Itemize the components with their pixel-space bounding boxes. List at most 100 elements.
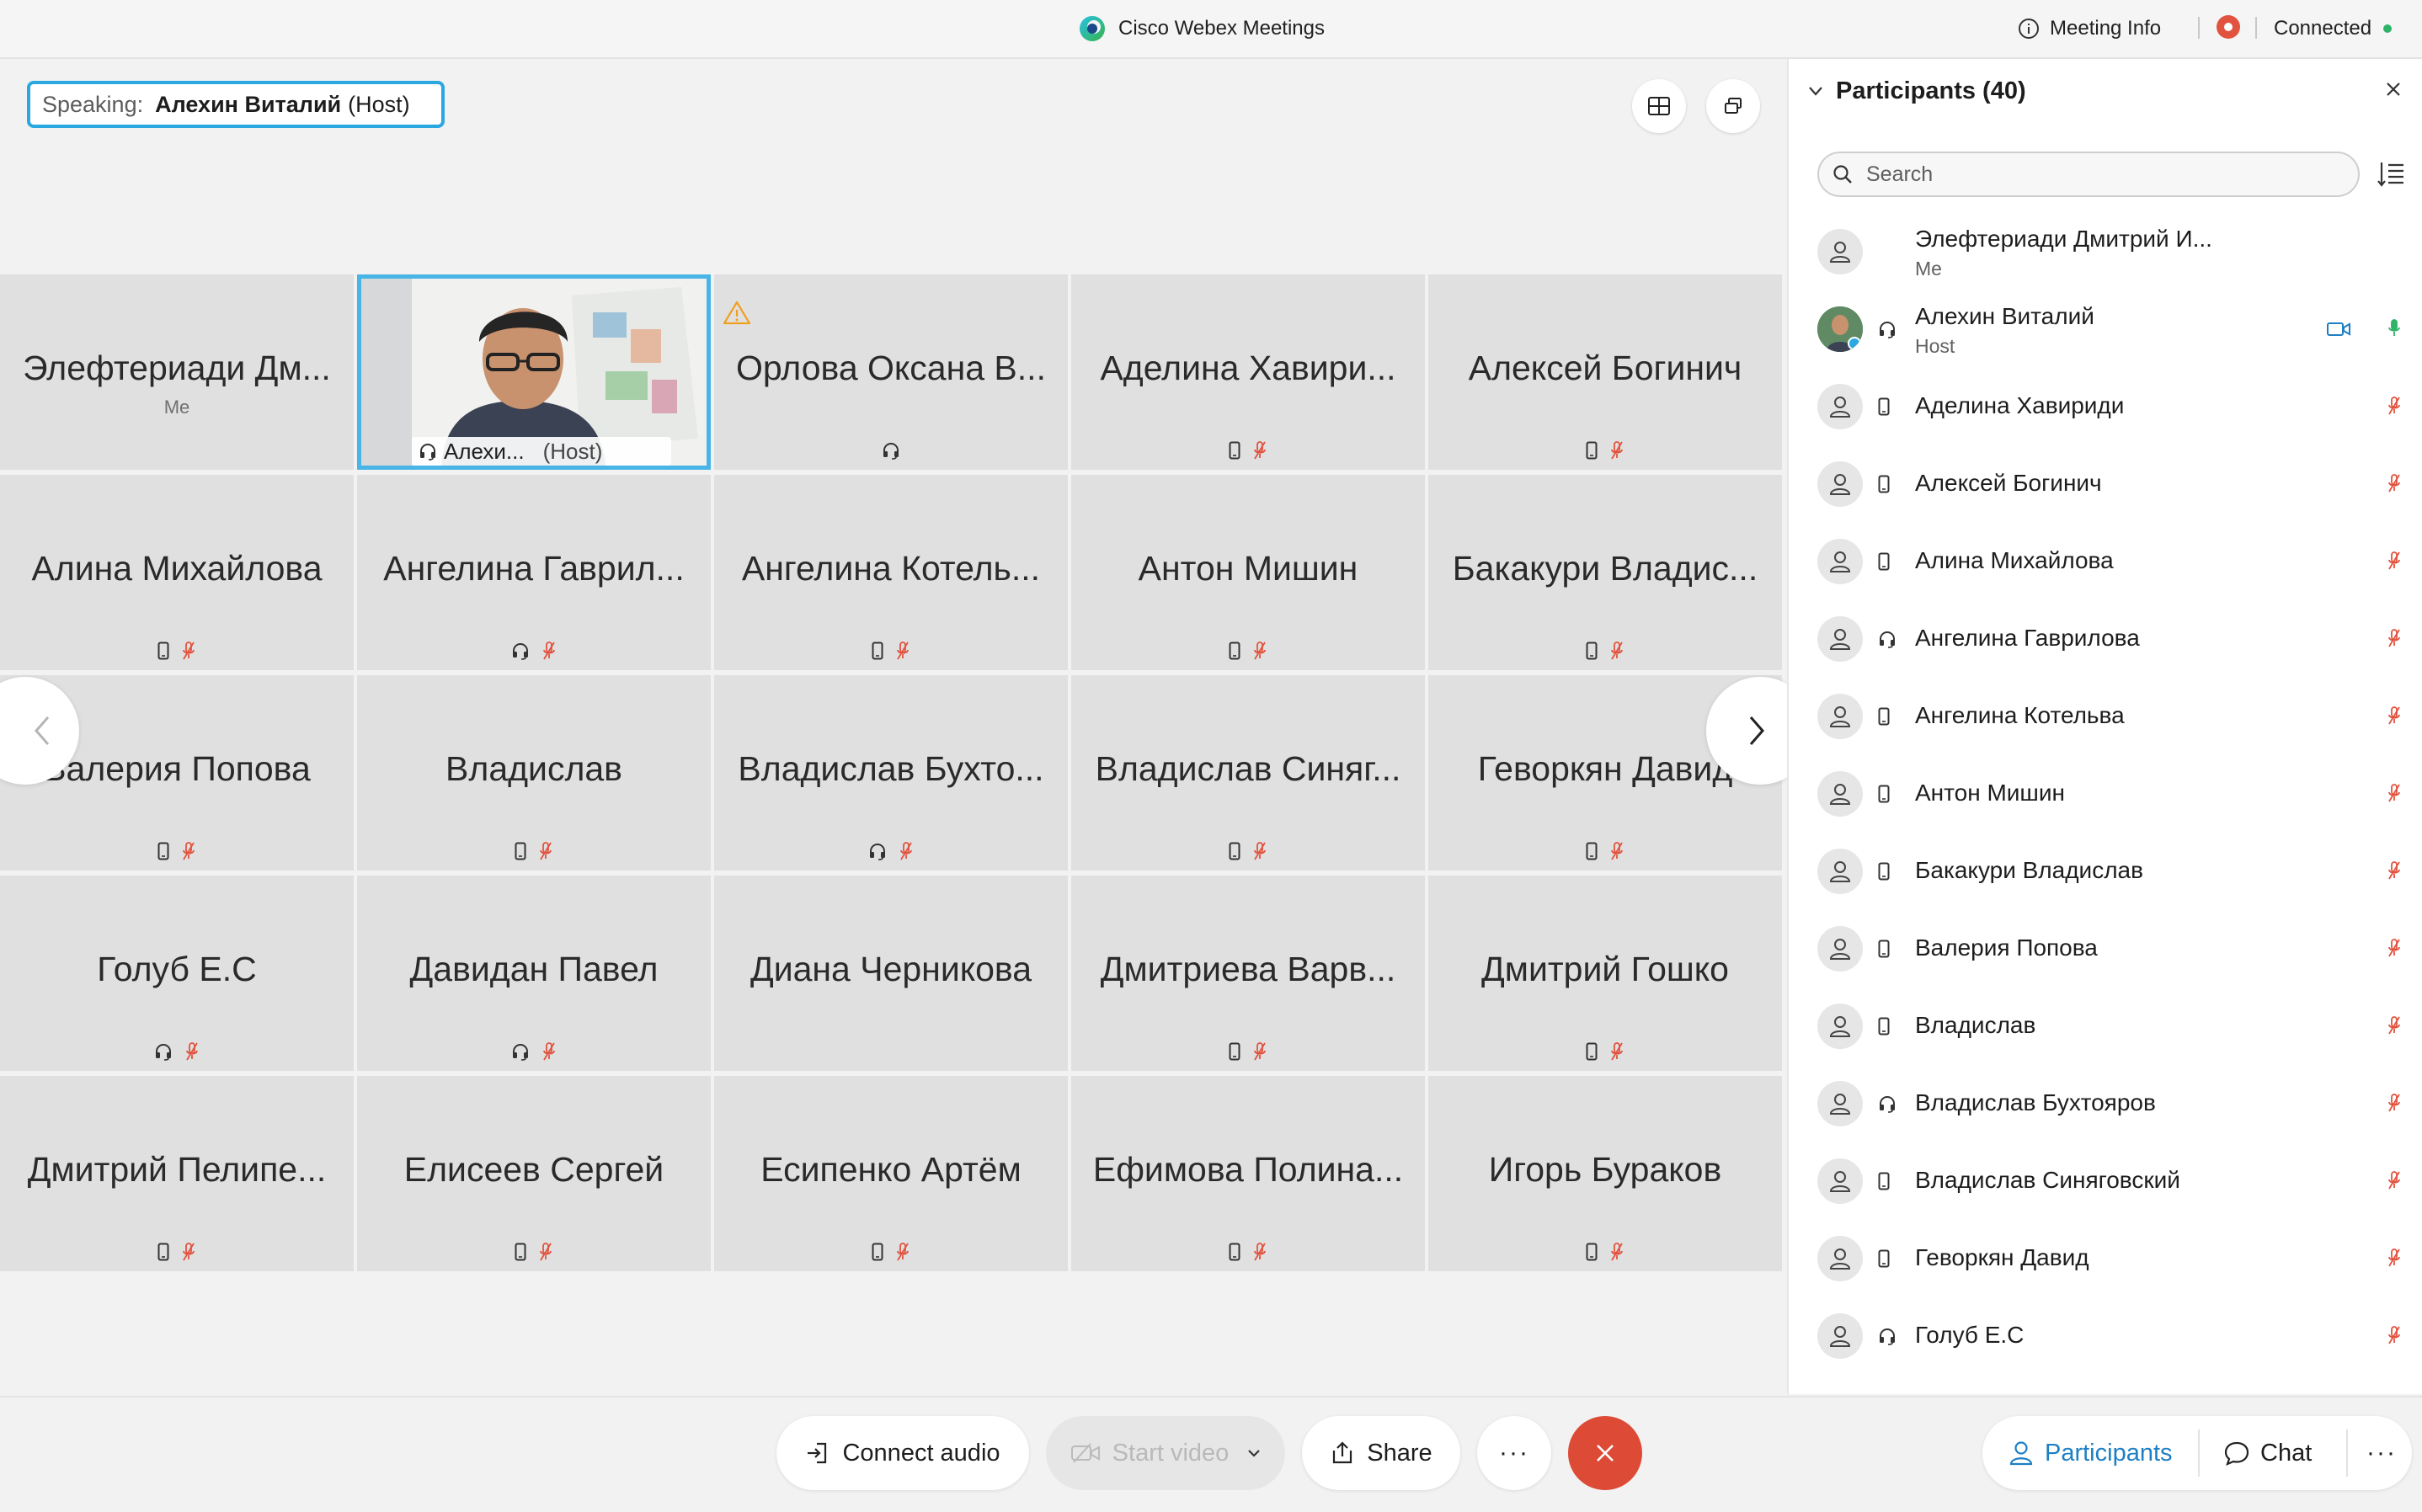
participant-tile[interactable]: Елисеев Сергей <box>357 1076 711 1271</box>
meeting-info-button[interactable]: Meeting Info <box>2018 12 2161 45</box>
grid-layout-button[interactable] <box>1632 79 1686 133</box>
person-icon <box>1827 1014 1853 1039</box>
participant-list-item[interactable]: Аделина Хавириди <box>1789 367 2422 445</box>
phone-icon <box>1878 862 1890 881</box>
phone-icon <box>515 1243 526 1261</box>
mic-muted-icon <box>541 1041 557 1062</box>
participant-list-item[interactable]: Бакакури Владислав <box>1789 832 2422 909</box>
close-panel-button[interactable] <box>2385 81 2402 98</box>
participant-tile[interactable]: Антон Мишин <box>1071 475 1425 670</box>
mic-muted-icon[interactable] <box>2387 705 2402 726</box>
headset-icon <box>1878 1327 1897 1345</box>
mic-muted-icon[interactable] <box>2387 1325 2402 1345</box>
participant-list-item[interactable]: Валерия Попова <box>1789 909 2422 987</box>
participant-list-item[interactable]: Геворкян Давид <box>1789 1219 2422 1296</box>
search-input[interactable] <box>1865 161 2339 188</box>
participant-list-item[interactable]: Антон Мишин <box>1789 754 2422 832</box>
mic-muted-icon[interactable] <box>2387 860 2402 881</box>
participant-tile[interactable]: Дмитрий Пелипе... <box>0 1076 354 1271</box>
chevron-left-icon <box>33 715 51 747</box>
share-icon <box>1330 1440 1355 1466</box>
mic-active-icon[interactable] <box>2387 318 2402 338</box>
participant-tile-name: Владислав Синяг... <box>1095 749 1401 788</box>
participant-list-item[interactable]: Алина Михайлова <box>1789 522 2422 599</box>
mic-muted-icon[interactable] <box>2387 551 2402 571</box>
phone-icon <box>1878 785 1890 803</box>
participant-name: Владислав Синяговский <box>1915 1167 2180 1193</box>
phone-icon <box>1878 707 1890 726</box>
participant-tile[interactable]: Голуб Е.С <box>0 876 354 1071</box>
app-title: Cisco Webex Meetings <box>1078 12 1325 45</box>
headset-icon <box>419 442 437 461</box>
start-video-button[interactable]: Start video <box>1046 1416 1285 1490</box>
sort-list-button[interactable] <box>2377 160 2405 189</box>
mic-muted-icon <box>181 841 196 861</box>
participant-tile[interactable]: Дмитрий Гошко <box>1428 876 1782 1071</box>
leave-meeting-button[interactable] <box>1568 1416 1642 1490</box>
participant-tile[interactable]: Владислав <box>357 675 711 870</box>
participant-list: Элефтериади Дмитрий И... Me Алехин Виталий… <box>1789 212 2422 1374</box>
person-icon <box>1827 626 1853 652</box>
chevron-down-icon[interactable] <box>1247 1448 1261 1458</box>
participant-tile[interactable]: Орлова Оксана В... <box>714 274 1068 470</box>
participants-panel-header[interactable]: Participants (40) <box>1807 74 2026 108</box>
share-button[interactable]: Share <box>1302 1416 1460 1490</box>
avatar <box>1817 384 1863 429</box>
participant-tile[interactable]: Ангелина Гаврил... <box>357 475 711 670</box>
participant-tile-subtitle: Me <box>163 397 190 418</box>
participant-tile[interactable]: Игорь Бураков <box>1428 1076 1782 1271</box>
participant-tile[interactable]: Элефтериади Дм... Me <box>0 274 354 470</box>
phone-icon <box>1878 397 1890 416</box>
connect-audio-button[interactable]: Connect audio <box>776 1416 1029 1490</box>
info-icon <box>2018 18 2040 40</box>
participant-tile[interactable]: Ефимова Полина... <box>1071 1076 1425 1271</box>
participant-tile[interactable]: Алина Михайлова <box>0 475 354 670</box>
participant-tile[interactable]: Аделина Хавири... <box>1071 274 1425 470</box>
participant-search[interactable] <box>1817 152 2360 197</box>
more-panels-button[interactable]: ··· <box>2366 1416 2397 1490</box>
participant-tile[interactable]: Давидан Павел <box>357 876 711 1071</box>
mic-muted-icon[interactable] <box>2387 1093 2402 1113</box>
participants-toggle-button[interactable]: Participants <box>2008 1416 2173 1490</box>
mic-muted-icon[interactable] <box>2387 1170 2402 1190</box>
mic-muted-icon[interactable] <box>2387 783 2402 803</box>
participant-tile[interactable]: Есипенко Артём <box>714 1076 1068 1271</box>
participant-tile[interactable]: Владислав Синяг... <box>1071 675 1425 870</box>
mic-muted-icon[interactable] <box>2387 938 2402 958</box>
mic-muted-icon[interactable] <box>2387 1015 2402 1036</box>
participant-list-item[interactable]: Владислав Бухтояров <box>1789 1064 2422 1142</box>
mic-muted-icon[interactable] <box>2387 396 2402 416</box>
recording-icon[interactable] <box>2217 15 2240 39</box>
participant-tile[interactable]: Ангелина Котель... <box>714 475 1068 670</box>
mic-muted-icon <box>1252 1041 1267 1062</box>
participant-list-item[interactable]: Элефтериади Дмитрий И... Me <box>1789 212 2422 290</box>
participant-list-item[interactable]: Алехин Виталий Host <box>1789 290 2422 367</box>
chat-toggle-button[interactable]: Chat <box>2223 1416 2312 1490</box>
close-icon <box>2385 81 2402 98</box>
participant-list-item[interactable]: Владислав <box>1789 987 2422 1064</box>
participant-list-item[interactable]: Алексей Богинич <box>1789 445 2422 522</box>
mic-muted-icon[interactable] <box>2387 473 2402 493</box>
mic-muted-icon <box>1252 641 1267 661</box>
panel-toggle-group: Participants Chat ··· <box>1982 1416 2412 1490</box>
participant-tile[interactable]: Диана Черникова <box>714 876 1068 1071</box>
active-video-tile[interactable]: Алехи... (Host) <box>357 274 711 470</box>
participant-tile-status <box>357 840 711 862</box>
mic-muted-icon[interactable] <box>2387 628 2402 648</box>
phone-icon <box>1878 1172 1890 1190</box>
participant-tile[interactable]: Алексей Богинич <box>1428 274 1782 470</box>
participant-list-item[interactable]: Ангелина Гаврилова <box>1789 599 2422 677</box>
participant-list-item[interactable]: Ангелина Котельва <box>1789 677 2422 754</box>
more-options-button[interactable]: ··· <box>1477 1416 1551 1490</box>
video-camera-icon <box>2326 320 2351 338</box>
phone-icon <box>157 1243 169 1261</box>
participant-list-item[interactable]: Владислав Синяговский <box>1789 1142 2422 1219</box>
participant-tile[interactable]: Дмитриева Варв... <box>1071 876 1425 1071</box>
participant-tile[interactable]: Бакакури Владис... <box>1428 475 1782 670</box>
participant-list-item[interactable]: Голуб Е.С <box>1789 1296 2422 1374</box>
mic-muted-icon[interactable] <box>2387 1248 2402 1268</box>
participant-tile-status <box>1071 439 1425 461</box>
participant-tile[interactable]: Владислав Бухто... <box>714 675 1068 870</box>
minimize-window-button[interactable] <box>1706 79 1760 133</box>
chevron-down-icon[interactable] <box>1807 85 1824 97</box>
